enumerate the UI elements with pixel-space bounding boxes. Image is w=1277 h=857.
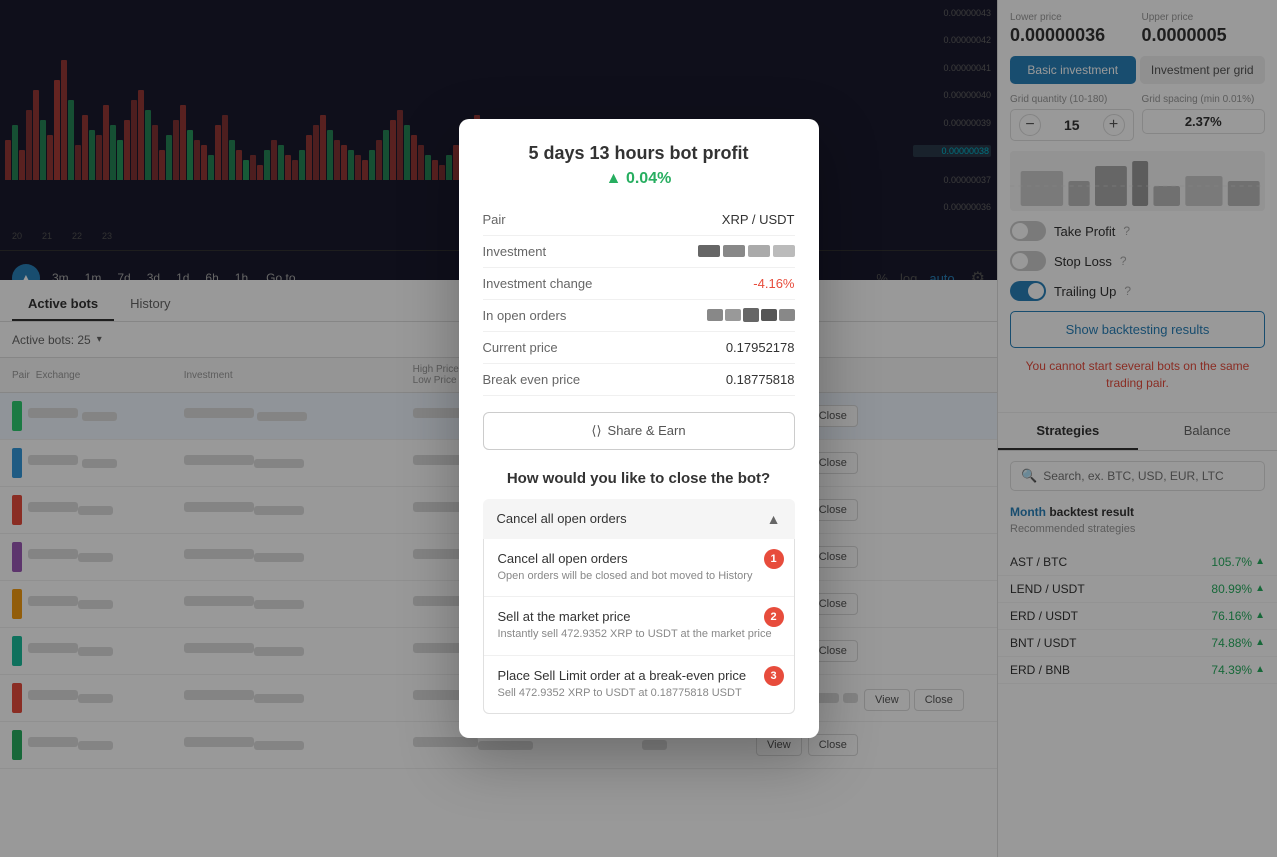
investment-change-label: Investment change [483, 276, 593, 291]
ord-bar [707, 309, 723, 321]
pair-label: Pair [483, 212, 506, 227]
close-options-list: 1 Cancel all open orders Open orders wil… [483, 539, 795, 714]
close-header-label: Cancel all open orders [497, 511, 627, 526]
option-title-3: Place Sell Limit order at a break-even p… [498, 668, 780, 683]
option-badge-2: 2 [764, 607, 784, 627]
close-option-header[interactable]: Cancel all open orders ▲ [483, 499, 795, 539]
ord-bar [761, 309, 777, 321]
inv-bar [773, 245, 795, 257]
modal-row-pair: Pair XRP / USDT [483, 204, 795, 236]
close-option-3[interactable]: 3 Place Sell Limit order at a break-even… [484, 656, 794, 713]
open-orders-label: In open orders [483, 308, 567, 323]
current-price-label: Current price [483, 340, 558, 355]
close-section-title: How would you like to close the bot? [483, 470, 795, 487]
modal-dialog: 5 days 13 hours bot profit 0.04% Pair XR… [459, 119, 819, 738]
breakeven-value: 0.18775818 [726, 372, 795, 387]
modal-row-investment-change: Investment change -4.16% [483, 268, 795, 300]
option-desc-1: Open orders will be closed and bot moved… [498, 569, 780, 584]
ord-bar [743, 308, 759, 322]
modal-row-breakeven: Break even price 0.18775818 [483, 364, 795, 396]
modal-row-open-orders: In open orders [483, 300, 795, 332]
pair-value: XRP / USDT [722, 212, 795, 227]
ord-bar [779, 309, 795, 321]
share-icon: ⟨⟩ [591, 423, 601, 439]
inv-bar [748, 245, 770, 257]
ord-bar [725, 309, 741, 321]
modal-row-current-price: Current price 0.17952178 [483, 332, 795, 364]
close-option-1[interactable]: 1 Cancel all open orders Open orders wil… [484, 539, 794, 597]
close-option-2[interactable]: 2 Sell at the market price Instantly sel… [484, 597, 794, 655]
current-price-value: 0.17952178 [726, 340, 795, 355]
investment-change-value: -4.16% [753, 276, 794, 291]
inv-bar [698, 245, 720, 257]
modal-profit: 0.04% [483, 170, 795, 188]
modal-title: 5 days 13 hours bot profit [483, 143, 795, 164]
modal-row-investment: Investment [483, 236, 795, 268]
breakeven-label: Break even price [483, 372, 581, 387]
inv-bar [723, 245, 745, 257]
option-desc-3: Sell 472.9352 XRP to USDT at 0.18775818 … [498, 686, 780, 701]
option-desc-2: Instantly sell 472.9352 XRP to USDT at t… [498, 627, 780, 642]
option-title-1: Cancel all open orders [498, 551, 780, 566]
orders-bars [707, 308, 795, 322]
chevron-up-icon: ▲ [767, 511, 781, 527]
investment-bars [698, 245, 795, 257]
option-badge-1: 1 [764, 549, 784, 569]
option-title-2: Sell at the market price [498, 609, 780, 624]
option-badge-3: 3 [764, 666, 784, 686]
investment-label: Investment [483, 244, 547, 259]
modal-overlay[interactable]: 5 days 13 hours bot profit 0.04% Pair XR… [0, 0, 1277, 857]
share-earn-button[interactable]: ⟨⟩ Share & Earn [483, 412, 795, 450]
